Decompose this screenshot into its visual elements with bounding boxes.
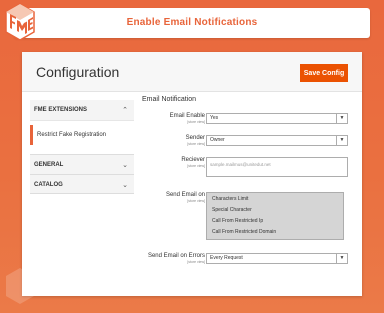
chevron-down-icon: ⌄: [122, 182, 128, 189]
sidebar-section-label: CATALOG: [34, 182, 63, 188]
dropdown-arrow-icon: ▼: [336, 254, 347, 263]
sidebar-section-catalog[interactable]: CATALOG ⌄: [30, 174, 134, 194]
selected-value: Owner: [210, 137, 225, 143]
sidebar-item-restrict-fake-registration[interactable]: Restrict Fake Registration: [30, 125, 134, 145]
scope-label: [store view]: [187, 199, 205, 203]
reciever-label: Reciever: [181, 157, 205, 163]
multiselect-option[interactable]: Call From Restricted Domain: [209, 227, 341, 238]
selected-value: Every Request: [210, 255, 243, 261]
scope-label: [store view]: [187, 164, 205, 168]
scope-label: [store view]: [187, 260, 205, 264]
chevron-up-icon: ⌃: [122, 107, 128, 114]
selected-value: Yes: [210, 115, 219, 121]
dropdown-arrow-icon: ▼: [336, 136, 347, 145]
sidebar-section-fme-extensions[interactable]: FME EXTENSIONS ⌃: [30, 100, 134, 120]
save-config-button[interactable]: Save Config: [300, 64, 348, 82]
multiselect-option[interactable]: Call From Restricted Ip: [209, 216, 341, 227]
panel-header: Configuration Save Config: [22, 52, 362, 92]
send-email-on-errors-label: Send Email on Errors: [147, 253, 205, 259]
watermark-logo-icon: [6, 268, 34, 304]
dropdown-arrow-icon: ▼: [336, 114, 347, 123]
fme-logo-icon: [5, 3, 35, 41]
reciever-input[interactable]: sample.mailmus@unitedut.net: [206, 157, 348, 177]
email-enable-label: Email Enable: [169, 113, 205, 119]
chevron-down-icon: ⌄: [122, 162, 128, 169]
multiselect-option[interactable]: Special Character: [209, 205, 341, 216]
sidebar-subsection: Restrict Fake Registration: [30, 120, 134, 148]
email-enable-select[interactable]: Yes ▼: [206, 113, 348, 124]
send-email-on-label: Send Email on: [165, 192, 205, 198]
scope-label: [store view]: [187, 120, 205, 124]
send-email-on-errors-select[interactable]: Every Request ▼: [206, 253, 348, 264]
send-email-on-multiselect[interactable]: Characters Limit Special Character Call …: [206, 192, 344, 240]
config-panel: Configuration Save Config FME EXTENSIONS…: [22, 52, 362, 296]
sender-select[interactable]: Owner ▼: [206, 135, 348, 146]
sidebar-section-label: FME EXTENSIONS: [34, 107, 88, 113]
multiselect-option[interactable]: Characters Limit: [209, 194, 341, 205]
sender-label: Sender: [185, 135, 205, 141]
sidebar-section-general[interactable]: GENERAL ⌄: [30, 154, 134, 174]
page-title: Configuration: [36, 64, 120, 80]
section-title: Email Notification: [142, 96, 197, 103]
header-title: Enable Email Notifications: [126, 17, 258, 28]
header-banner: Enable Email Notifications: [14, 8, 370, 38]
config-sidebar: FME EXTENSIONS ⌃ Restrict Fake Registrat…: [30, 100, 134, 194]
sidebar-section-label: GENERAL: [34, 162, 64, 168]
scope-label: [store view]: [187, 142, 205, 146]
